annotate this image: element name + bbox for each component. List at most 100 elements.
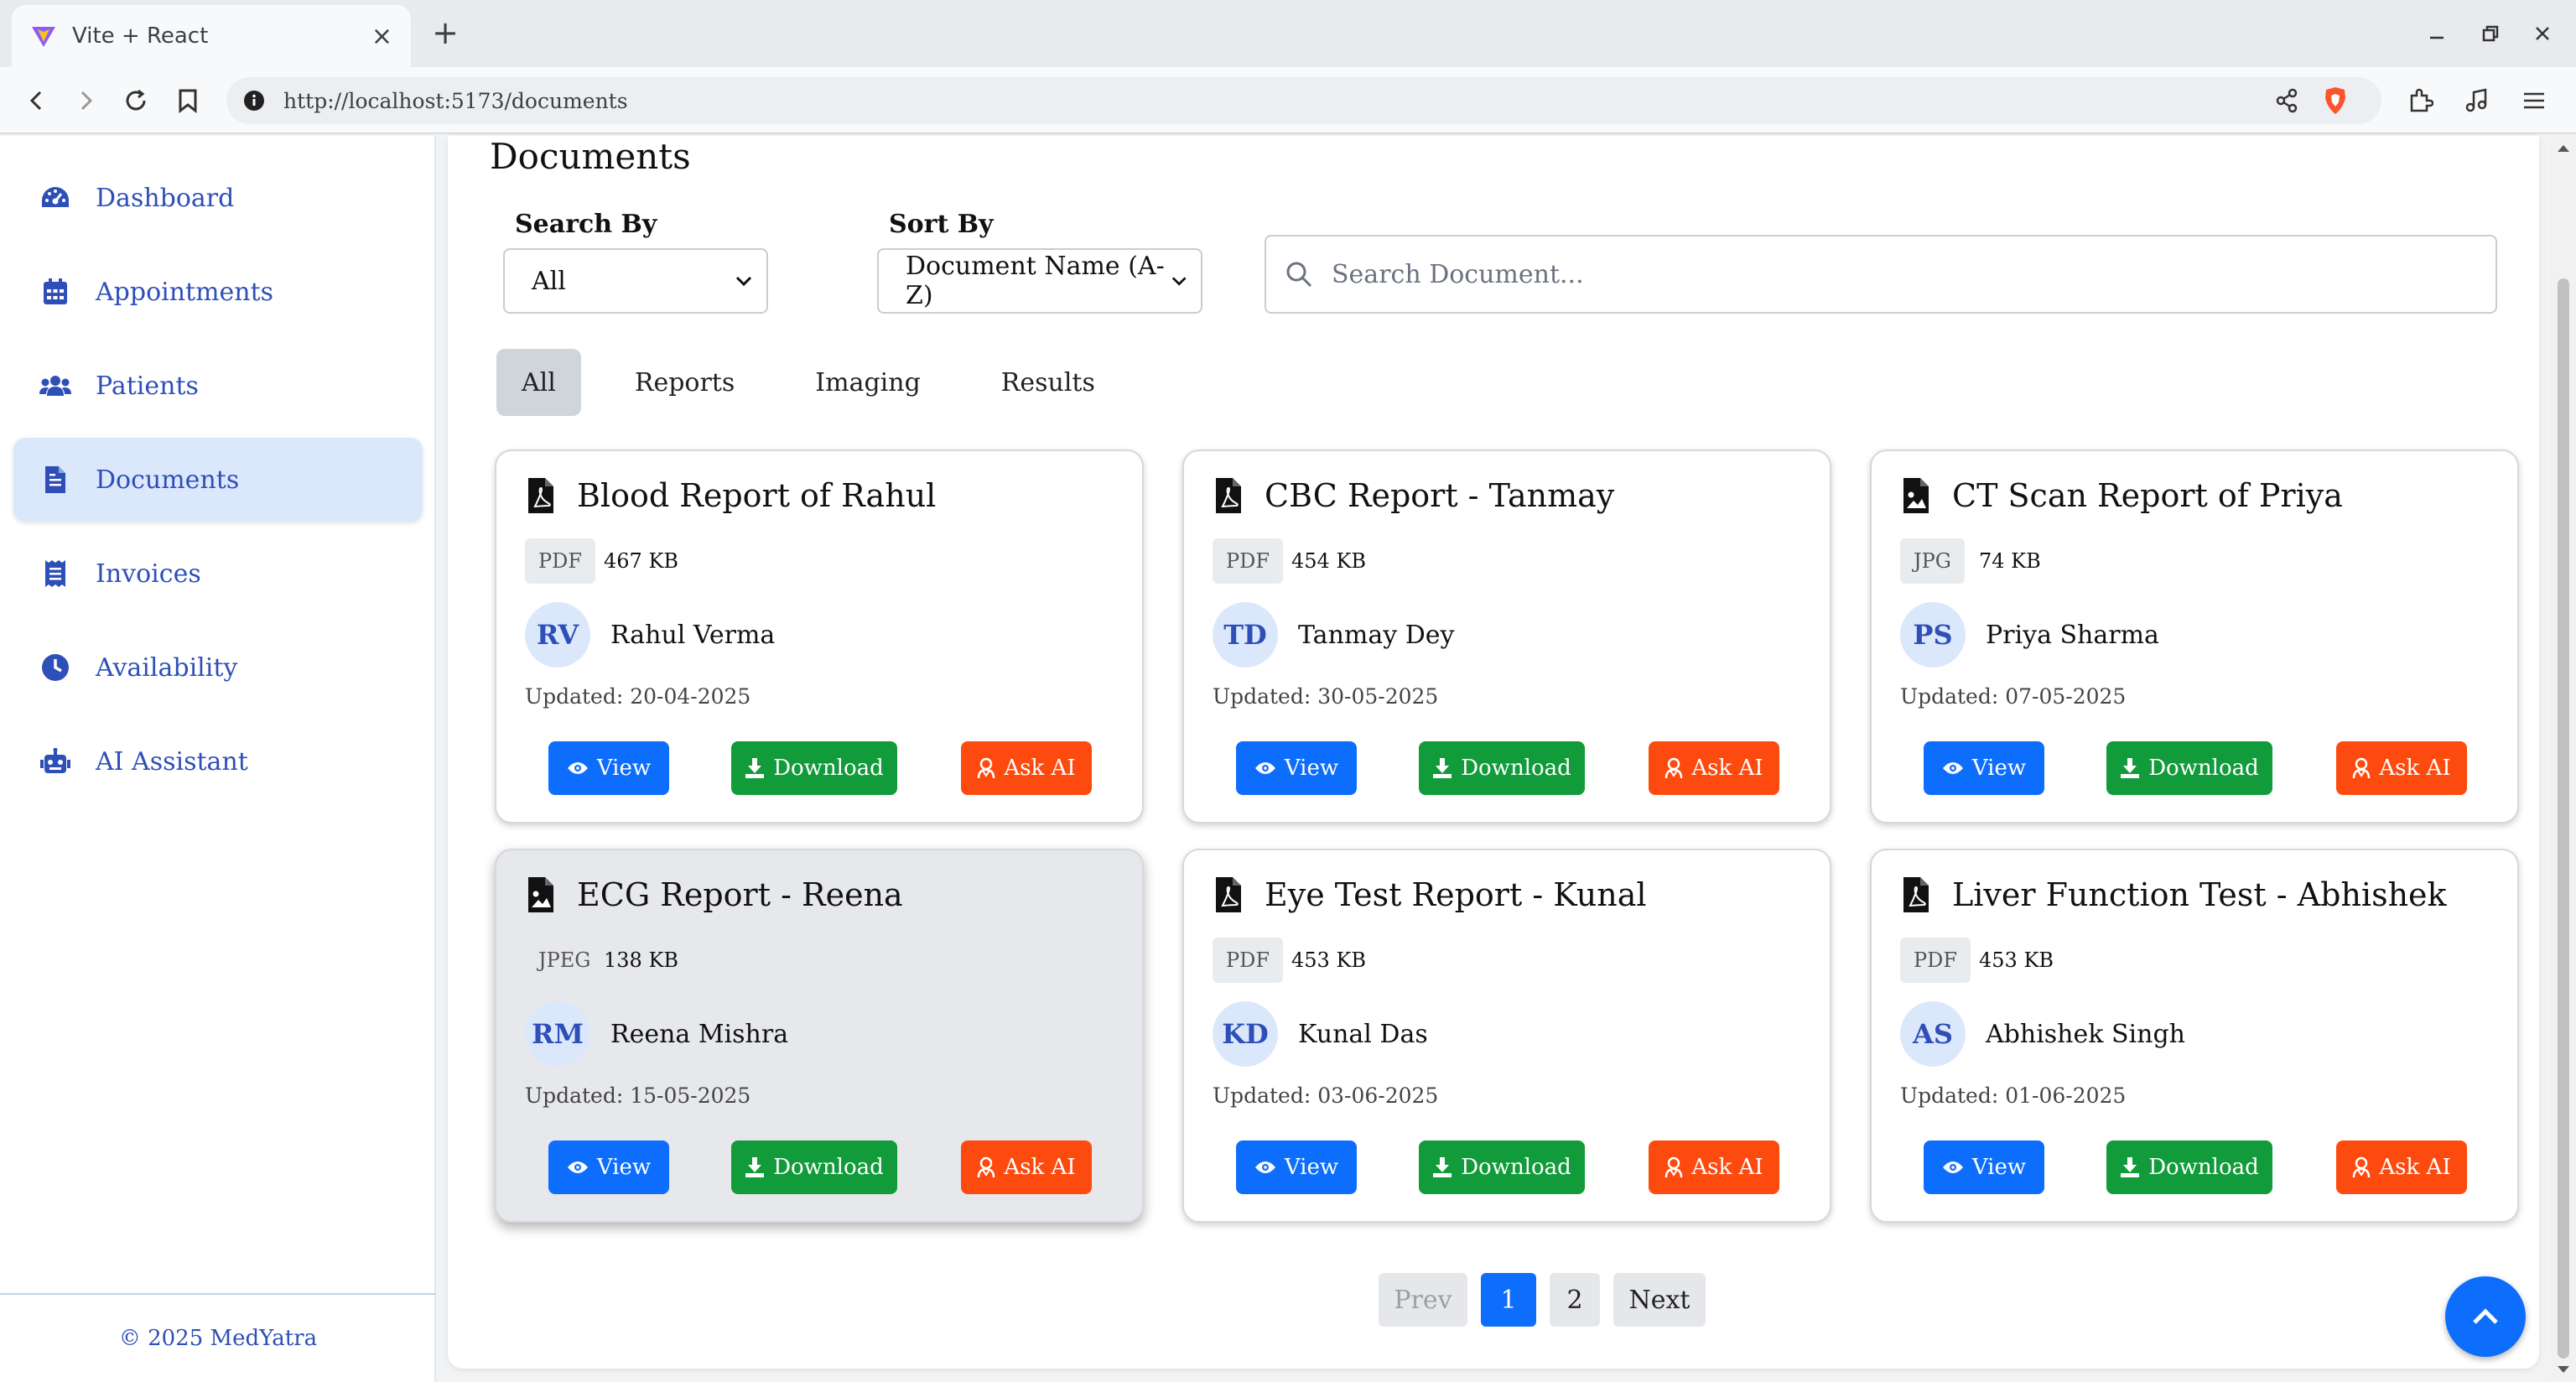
media-icon[interactable] xyxy=(2459,82,2496,119)
tab-reports[interactable]: Reports xyxy=(608,349,761,416)
page-title: Documents xyxy=(490,136,691,177)
download-icon xyxy=(2121,1157,2140,1177)
ask-ai-button[interactable]: Ask AI xyxy=(2336,741,2467,795)
tab-imaging[interactable]: Imaging xyxy=(788,349,948,416)
card-header: Liver Function Test - Abhishek xyxy=(1902,875,2447,914)
document-title: CT Scan Report of Priya xyxy=(1952,477,2343,514)
eye-icon xyxy=(1942,1161,1963,1173)
prev-page-button[interactable]: Prev xyxy=(1379,1273,1467,1327)
sidebar-item-patients[interactable]: Patients xyxy=(13,344,423,428)
extensions-icon[interactable] xyxy=(2402,82,2438,119)
user-doctor-icon xyxy=(2353,1156,2371,1178)
document-title: ECG Report - Reena xyxy=(577,876,903,913)
patient-name: Tanmay Dey xyxy=(1298,620,1455,650)
user-doctor-icon xyxy=(2353,757,2371,779)
chevron-down-icon xyxy=(1171,277,1187,286)
download-icon xyxy=(1433,758,1452,778)
address-bar[interactable]: http://localhost:5173/documents xyxy=(226,77,2381,124)
browser-toolbar: http://localhost:5173/documents xyxy=(0,67,2576,134)
bookmark-icon[interactable] xyxy=(169,82,206,119)
site-info-icon[interactable] xyxy=(243,90,265,112)
document-card: CT Scan Report of Priya JPG 74 KB PS Pri… xyxy=(1870,449,2519,823)
document-card: ECG Report - Reena JPEG 138 KB RM Reena … xyxy=(495,849,1144,1223)
ask-ai-button[interactable]: Ask AI xyxy=(961,741,1092,795)
view-label: View xyxy=(1971,756,2027,781)
brave-shield-icon[interactable] xyxy=(2323,86,2348,115)
ask-ai-button[interactable]: Ask AI xyxy=(1649,741,1779,795)
search-by-select[interactable]: All xyxy=(503,248,768,314)
card-header: CT Scan Report of Priya xyxy=(1902,476,2343,515)
close-window-icon[interactable] xyxy=(2524,15,2561,52)
search-placeholder: Search Document... xyxy=(1332,259,1584,289)
file-size: 74 KB xyxy=(1979,549,2041,573)
forward-icon[interactable] xyxy=(67,82,104,119)
browser-tab[interactable]: Vite + React × xyxy=(12,5,411,67)
view-button[interactable]: View xyxy=(1924,741,2044,795)
reload-icon[interactable] xyxy=(117,82,154,119)
pdf-file-icon xyxy=(1214,476,1243,515)
tab-all[interactable]: All xyxy=(496,349,581,416)
file-size: 453 KB xyxy=(1291,948,1367,972)
ask-ai-label: Ask AI xyxy=(2379,1155,2451,1180)
sidebar-item-label: Invoices xyxy=(96,559,201,589)
ask-ai-button[interactable]: Ask AI xyxy=(1649,1140,1779,1194)
view-label: View xyxy=(1971,1155,2027,1180)
patient-name: Priya Sharma xyxy=(1986,620,2159,650)
document-card: CBC Report - Tanmay PDF 454 KB TD Tanmay… xyxy=(1182,449,1831,823)
download-button[interactable]: Download xyxy=(731,1140,897,1194)
document-card: Eye Test Report - Kunal PDF 453 KB KD Ku… xyxy=(1182,849,1831,1223)
sidebar-item-ai-assistant[interactable]: AI Assistant xyxy=(13,720,423,803)
page-scrollbar[interactable] xyxy=(2551,136,2576,1382)
scroll-down-arrow-icon[interactable] xyxy=(2556,1362,2571,1377)
scroll-to-top-button[interactable] xyxy=(2445,1276,2526,1357)
share-icon[interactable] xyxy=(2274,88,2299,113)
scrollbar-thumb[interactable] xyxy=(2558,278,2569,1359)
chevron-down-icon xyxy=(735,276,752,287)
restore-icon[interactable] xyxy=(2472,15,2509,52)
view-button[interactable]: View xyxy=(1236,741,1357,795)
tab-close-icon[interactable]: × xyxy=(371,22,392,51)
download-button[interactable]: Download xyxy=(2106,741,2272,795)
file-type-badge: PDF xyxy=(1900,938,1971,983)
sidebar-item-dashboard[interactable]: Dashboard xyxy=(13,156,423,240)
minimize-icon[interactable] xyxy=(2418,15,2455,52)
card-header: Blood Report of Rahul xyxy=(527,476,936,515)
view-button[interactable]: View xyxy=(548,1140,669,1194)
sort-by-select[interactable]: Document Name (A-Z) xyxy=(877,248,1202,314)
updated-date: Updated: 07-05-2025 xyxy=(1900,684,2127,709)
back-icon[interactable] xyxy=(18,82,55,119)
view-button[interactable]: View xyxy=(1924,1140,2044,1194)
download-button[interactable]: Download xyxy=(731,741,897,795)
image-file-icon xyxy=(1902,476,1930,515)
file-type-badge: PDF xyxy=(1213,538,1284,584)
sidebar-item-documents[interactable]: Documents xyxy=(13,438,423,522)
next-page-button[interactable]: Next xyxy=(1613,1273,1706,1327)
patient-name: Kunal Das xyxy=(1298,1019,1428,1049)
download-button[interactable]: Download xyxy=(2106,1140,2272,1194)
page-1-button[interactable]: 1 xyxy=(1481,1273,1536,1327)
download-label: Download xyxy=(773,756,884,781)
ask-ai-label: Ask AI xyxy=(1004,756,1076,781)
view-label: View xyxy=(1284,1155,1339,1180)
updated-date: Updated: 15-05-2025 xyxy=(525,1083,751,1108)
new-tab-icon[interactable]: + xyxy=(429,12,461,54)
menu-icon[interactable] xyxy=(2516,82,2553,119)
view-button[interactable]: View xyxy=(548,741,669,795)
file-type-badge: JPG xyxy=(1900,538,1965,584)
scroll-up-arrow-icon[interactable] xyxy=(2556,141,2571,156)
page-2-button[interactable]: 2 xyxy=(1550,1273,1600,1327)
search-input[interactable]: Search Document... xyxy=(1265,235,2497,314)
pagination: Prev 1 2 Next xyxy=(448,1273,2539,1327)
sidebar-item-invoices[interactable]: Invoices xyxy=(13,532,423,616)
sidebar-item-availability[interactable]: Availability xyxy=(13,626,423,709)
tab-results[interactable]: Results xyxy=(974,349,1122,416)
sidebar-item-appointments[interactable]: Appointments xyxy=(13,250,423,334)
download-button[interactable]: Download xyxy=(1419,741,1585,795)
patient-name: Abhishek Singh xyxy=(1986,1019,2185,1049)
download-button[interactable]: Download xyxy=(1419,1140,1585,1194)
sort-by-label: Sort By xyxy=(889,210,994,239)
ask-ai-button[interactable]: Ask AI xyxy=(961,1140,1092,1194)
view-button[interactable]: View xyxy=(1236,1140,1357,1194)
user-doctor-icon xyxy=(978,1156,995,1178)
ask-ai-button[interactable]: Ask AI xyxy=(2336,1140,2467,1194)
